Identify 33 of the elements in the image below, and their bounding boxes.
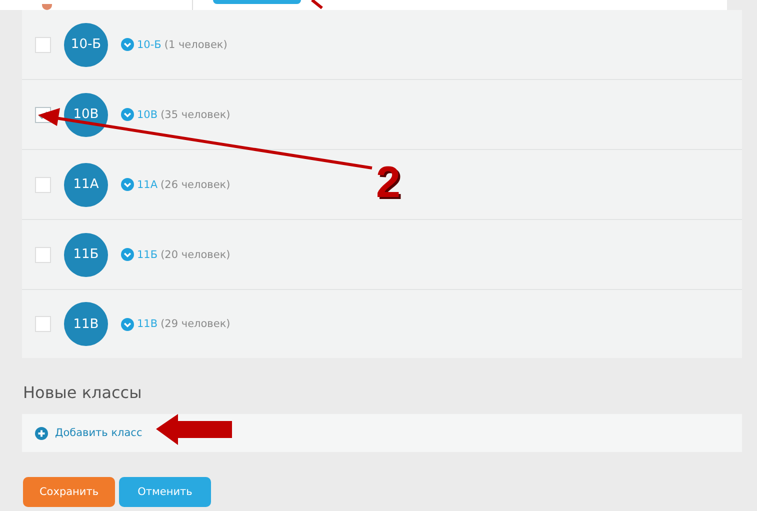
chevron-down-icon[interactable] <box>121 108 134 121</box>
save-button[interactable]: Сохранить <box>23 477 115 507</box>
class-link[interactable]: 11Б <box>137 248 158 260</box>
checkbox[interactable] <box>35 176 51 192</box>
plus-circle-icon[interactable] <box>35 426 48 440</box>
student-count: (35 человек) <box>160 108 230 120</box>
checkbox[interactable] <box>35 36 51 52</box>
class-link[interactable]: 11В <box>137 318 158 330</box>
annotation-number: 2 <box>376 158 400 208</box>
chevron-down-icon[interactable] <box>121 178 134 191</box>
class-avatar: 11В <box>64 302 108 346</box>
checkbox[interactable] <box>35 246 51 262</box>
class-avatar: 11А <box>64 162 108 206</box>
add-class-link[interactable]: Добавить класс <box>55 427 142 439</box>
checkbox[interactable] <box>35 316 51 332</box>
class-link[interactable]: 10-Б <box>137 38 162 50</box>
section-heading: Новые классы <box>23 382 143 404</box>
chevron-down-icon[interactable] <box>121 318 134 330</box>
tab-button[interactable] <box>213 0 301 4</box>
avatar-icon <box>42 4 52 10</box>
checkmark-icon <box>37 108 49 120</box>
student-count: (20 человек) <box>160 248 230 260</box>
class-link[interactable]: 11А <box>137 178 158 190</box>
class-avatar: 10-Б <box>64 22 108 66</box>
student-count: (26 человек) <box>160 178 230 190</box>
class-avatar: 11Б <box>64 232 108 276</box>
student-count: (29 человек) <box>160 318 230 330</box>
class-avatar: 10В <box>64 92 108 136</box>
student-count: (1 человек) <box>164 38 228 50</box>
class-link[interactable]: 10В <box>137 108 158 120</box>
chevron-down-icon[interactable] <box>121 248 134 261</box>
chevron-down-icon[interactable] <box>121 38 134 51</box>
cancel-button[interactable]: Отменить <box>119 477 211 507</box>
